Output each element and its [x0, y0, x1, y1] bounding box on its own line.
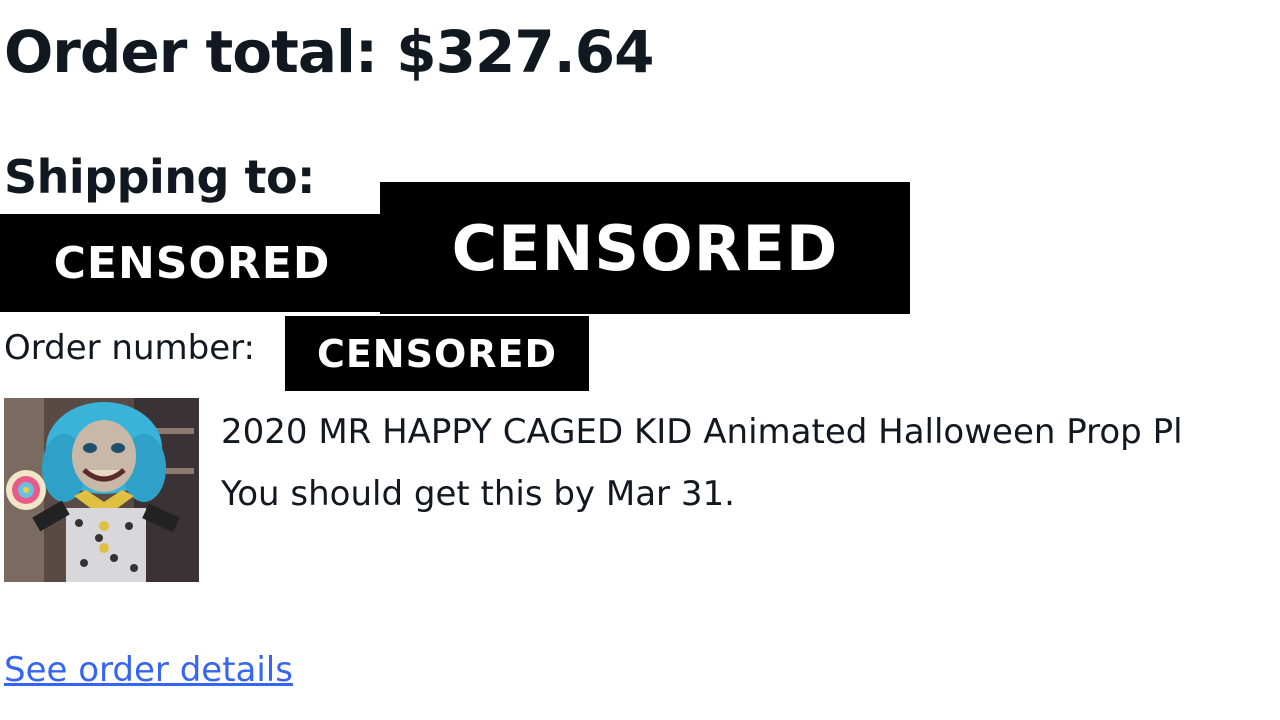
- item-thumbnail[interactable]: [4, 398, 199, 582]
- censored-address-bar: CENSORED: [380, 182, 910, 314]
- clown-prop-image: [4, 398, 199, 582]
- delivery-estimate: You should get this by Mar 31.: [221, 474, 735, 514]
- order-confirmation: Order total: $327.64 Shipping to: CENSOR…: [0, 0, 1280, 720]
- see-order-details-link[interactable]: See order details: [4, 650, 293, 690]
- censored-order-number-bar: CENSORED: [285, 316, 589, 391]
- shipping-to-label: Shipping to:: [4, 150, 315, 204]
- item-title[interactable]: 2020 MR HAPPY CAGED KID Animated Hallowe…: [221, 412, 1183, 452]
- order-total: Order total: $327.64: [4, 18, 654, 86]
- censored-name-bar: CENSORED: [0, 214, 384, 312]
- order-number-label: Order number:: [4, 328, 255, 368]
